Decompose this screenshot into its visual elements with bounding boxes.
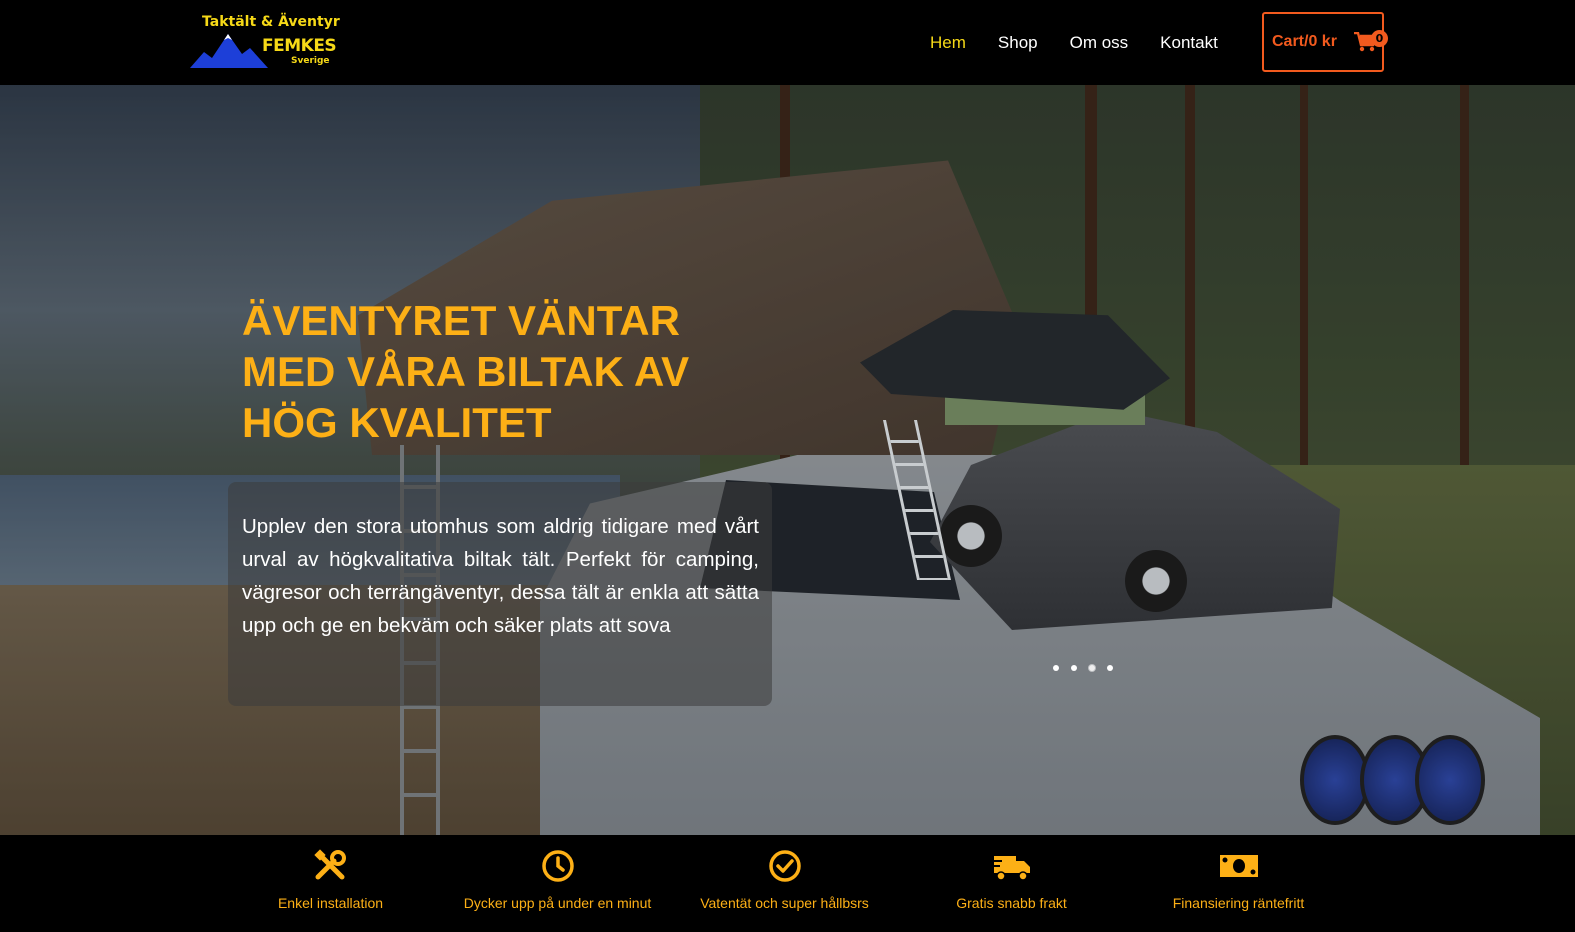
feature-label: Vatentät och super hållbsrs bbox=[700, 895, 869, 911]
features-bar: Enkel installation Dycker upp på under e… bbox=[0, 835, 1575, 932]
clock-icon bbox=[542, 850, 574, 882]
product-ladder bbox=[882, 420, 952, 580]
slider-dot-4[interactable] bbox=[1107, 665, 1113, 671]
site-logo[interactable]: Taktält & Äventyr FEMKES Sverige bbox=[190, 12, 340, 72]
logo-tagline: Taktält & Äventyr bbox=[202, 14, 340, 30]
cart-label: Cart/0 kr bbox=[1272, 33, 1337, 50]
feature-waterproof: Vatentät och super hållbsrs bbox=[671, 835, 898, 932]
money-icon bbox=[1220, 855, 1258, 877]
hero-title: ÄVENTYRET VÄNTAR MED VÅRA BILTAK AV HÖG … bbox=[242, 297, 690, 446]
cart-button[interactable]: Cart/0 kr 0 bbox=[1262, 12, 1388, 72]
slider-dots bbox=[1053, 665, 1125, 671]
truck-icon bbox=[992, 856, 1030, 881]
feature-setup-time: Dycker upp på under en minut bbox=[444, 835, 671, 932]
feature-label: Enkel installation bbox=[277, 895, 384, 911]
nav-item-hem[interactable]: Hem bbox=[930, 33, 966, 53]
feature-shipping: Gratis snabb frakt bbox=[898, 835, 1125, 932]
slider-dot-2[interactable] bbox=[1071, 665, 1077, 671]
hero-banner: ÄVENTYRET VÄNTAR MED VÅRA BILTAK AV HÖG … bbox=[0, 85, 1575, 835]
product-image bbox=[860, 310, 1340, 640]
logo-sub: Sverige bbox=[291, 56, 330, 66]
product-wheel bbox=[940, 505, 1002, 567]
feature-label: Dycker upp på under en minut bbox=[463, 895, 652, 911]
product-wheel bbox=[1125, 550, 1187, 612]
nav-item-shop[interactable]: Shop bbox=[998, 33, 1038, 53]
feature-installation: Enkel installation bbox=[217, 835, 444, 932]
product-tent-cover bbox=[860, 310, 1170, 410]
feature-label: Finansiering räntefritt bbox=[1172, 895, 1305, 911]
feature-financing: Finansiering räntefritt bbox=[1125, 835, 1352, 932]
main-nav: Hem Shop Om oss Kontakt bbox=[930, 0, 1250, 85]
feature-label: Gratis snabb frakt bbox=[956, 895, 1067, 911]
nav-item-kontakt[interactable]: Kontakt bbox=[1160, 33, 1218, 53]
hero-description: Upplev den stora utomhus som aldrig tidi… bbox=[242, 515, 759, 637]
slider-dot-1[interactable] bbox=[1053, 665, 1059, 671]
check-circle-icon bbox=[769, 850, 801, 882]
cart-count-badge: 0 bbox=[1371, 30, 1388, 47]
tools-icon bbox=[314, 849, 346, 880]
slider-dot-3[interactable] bbox=[1089, 665, 1095, 671]
site-header: Taktält & Äventyr FEMKES Sverige Hem Sho… bbox=[0, 0, 1575, 85]
mountain-icon bbox=[190, 34, 268, 68]
nav-item-om-oss[interactable]: Om oss bbox=[1070, 33, 1129, 53]
logo-brand: FEMKES bbox=[262, 36, 337, 56]
